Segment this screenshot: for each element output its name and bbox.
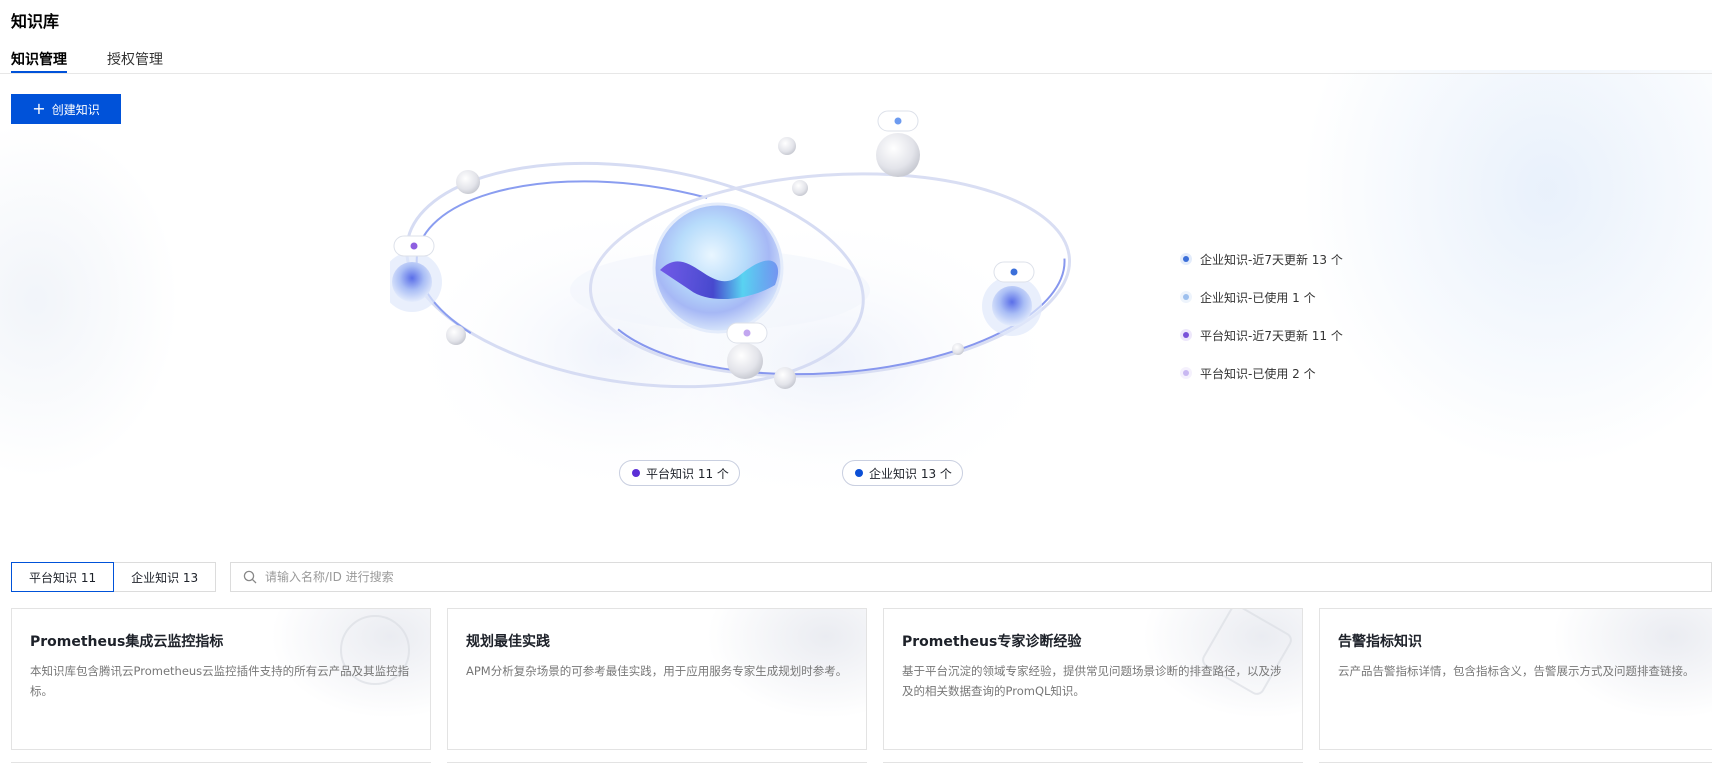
legend-dot: [1180, 291, 1192, 303]
legend-dot: [1180, 329, 1192, 341]
platform-knowledge-count-label: 平台知识 11 个: [646, 466, 729, 481]
knowledge-card[interactable]: 规划最佳实践 APM分析复杂场景的可参考最佳实践，用于应用服务专家生成规划时参考…: [447, 608, 867, 750]
next-row-card-edge: [1319, 762, 1712, 766]
legend-dot: [1180, 367, 1192, 379]
search-box: [230, 562, 1712, 592]
legend-item: 平台知识-近7天更新 11 个: [1180, 316, 1343, 354]
platform-knowledge-count-pill: 平台知识 11 个: [619, 460, 740, 486]
card-title: 规划最佳实践: [466, 634, 550, 650]
knowledge-card[interactable]: Prometheus专家诊断经验 基于平台沉淀的领域专家经验，提供常见问题场景诊…: [883, 608, 1303, 750]
legend-label: 企业知识-近7天更新 13 个: [1200, 252, 1343, 267]
segment-platform-knowledge[interactable]: 平台知识 11: [11, 562, 115, 592]
background-glow-left: [0, 120, 180, 480]
card-description: 云产品告警指标详情，包含指标含义，告警展示方式及问题排查链接。: [1338, 664, 1695, 678]
page-title: 知识库: [11, 12, 60, 31]
card-description: 基于平台沉淀的领域专家经验，提供常见问题场景诊断的排查路径，以及涉及的相关数据查…: [902, 664, 1282, 698]
enterprise-knowledge-dot: [855, 469, 863, 477]
next-row-card-edge: [883, 762, 1303, 766]
search-icon: [243, 570, 257, 584]
knowledge-card[interactable]: 告警指标知识 云产品告警指标详情，包含指标含义，告警展示方式及问题排查链接。: [1319, 608, 1712, 750]
search-input[interactable]: [265, 570, 865, 584]
knowledge-card[interactable]: Prometheus集成云监控指标 本知识库包含腾讯云Prometheus云监控…: [11, 608, 431, 750]
card-title: 告警指标知识: [1338, 634, 1422, 650]
legend-label: 企业知识-已使用 1 个: [1200, 290, 1316, 305]
enterprise-knowledge-count-pill: 企业知识 13 个: [842, 460, 963, 486]
active-tab-underline: [11, 71, 67, 73]
legend-item: 企业知识-近7天更新 13 个: [1180, 240, 1343, 278]
segment-enterprise-knowledge[interactable]: 企业知识 13: [114, 562, 217, 592]
tab-knowledge-management[interactable]: 知识管理: [11, 49, 67, 69]
enterprise-knowledge-count-label: 企业知识 13 个: [869, 466, 952, 481]
tab-authorization-management[interactable]: 授权管理: [107, 49, 163, 69]
card-description: 本知识库包含腾讯云Prometheus云监控插件支持的所有云产品及其监控指标。: [30, 664, 410, 698]
knowledge-orbit-illustration: [390, 110, 1072, 510]
card-description: APM分析复杂场景的可参考最佳实践，用于应用服务专家生成规划时参考。: [466, 664, 848, 678]
create-knowledge-label: 创建知识: [51, 102, 100, 117]
card-title: Prometheus集成云监控指标: [30, 634, 224, 650]
legend-label: 平台知识-近7天更新 11 个: [1200, 328, 1343, 343]
platform-knowledge-dot: [632, 469, 640, 477]
legend-item: 平台知识-已使用 2 个: [1180, 354, 1343, 392]
next-row-card-edge: [11, 762, 431, 766]
plus-icon: +: [32, 99, 46, 118]
legend-item: 企业知识-已使用 1 个: [1180, 278, 1343, 316]
background-glow-right: [1300, 70, 1712, 470]
legend-dot: [1180, 253, 1192, 265]
next-row-card-edge: [447, 762, 867, 766]
orbit-legend: 企业知识-近7天更新 13 个 企业知识-已使用 1 个 平台知识-近7天更新 …: [1180, 240, 1343, 392]
knowledge-type-segmented-control: 平台知识 11 企业知识 13: [11, 562, 217, 592]
tab-bar: 知识管理 授权管理: [0, 44, 1712, 74]
legend-label: 平台知识-已使用 2 个: [1200, 366, 1316, 381]
card-title: Prometheus专家诊断经验: [902, 634, 1082, 650]
create-knowledge-button[interactable]: + 创建知识: [11, 94, 121, 124]
